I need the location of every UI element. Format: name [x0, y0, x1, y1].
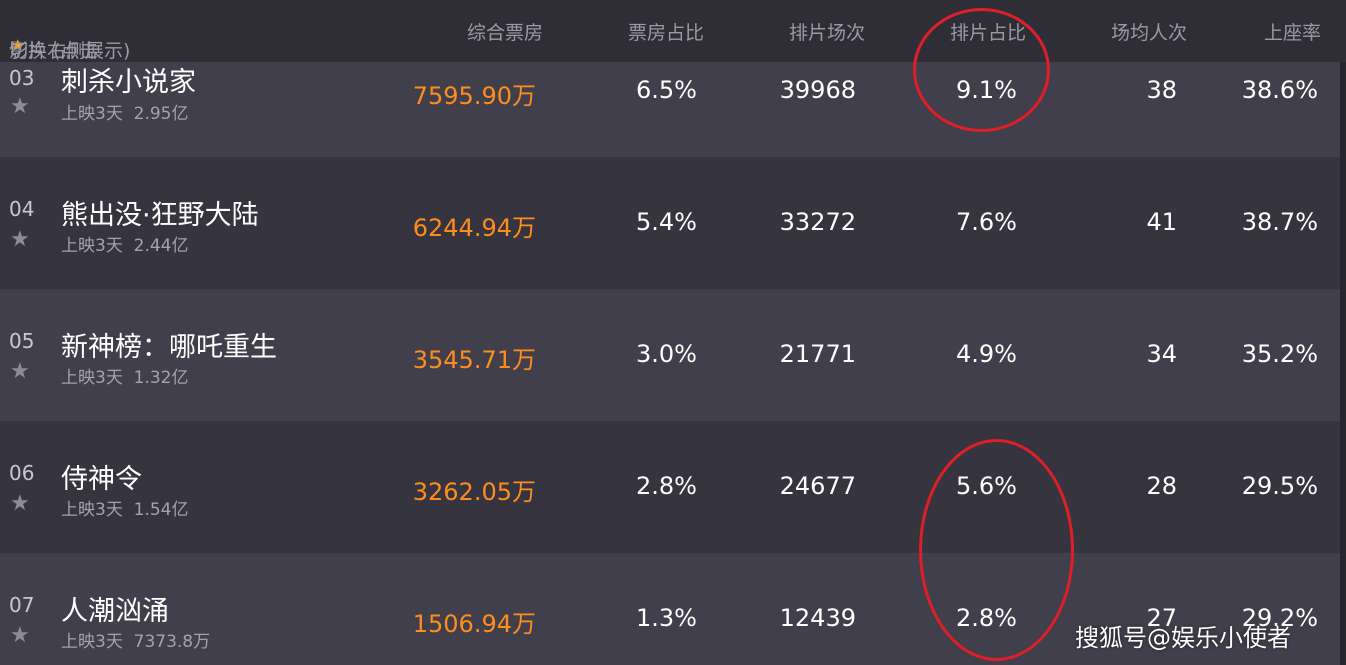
box-share-value: 3.0%	[636, 340, 697, 368]
total-gross: 7373.8万	[133, 632, 211, 652]
star-icon[interactable]: ★	[10, 491, 30, 516]
occupancy-value: 35.2%	[1241, 340, 1318, 368]
table-row[interactable]: 04 ★ 熊出没·狂野大陆 上映3天 2.44亿 6244.94万 5.4% 3…	[0, 157, 1340, 289]
table-row[interactable]: 06 ★ 侍神令 上映3天 1.54亿 3262.05万 2.8% 24677 …	[0, 421, 1340, 553]
screenings-value: 21771	[779, 340, 856, 368]
screening-share-value: 4.9%	[956, 340, 1017, 368]
box-office-value: 6244.94万	[412, 214, 536, 242]
film-title[interactable]: 新神榜：哪吒重生	[61, 325, 277, 364]
table-row[interactable]: 03 ★ 刺杀小说家 上映3天 2.95亿 7595.90万 6.5% 3996…	[0, 62, 1340, 157]
header-film-toggle-label: 切换右侧展示)	[9, 40, 131, 62]
header-box-office[interactable]: 综合票房	[467, 18, 543, 45]
total-gross: 1.54亿	[133, 500, 189, 520]
release-days: 上映3天	[61, 368, 123, 388]
total-gross: 2.95亿	[133, 104, 189, 124]
release-info: 上映3天 7373.8万	[61, 627, 210, 652]
release-days: 上映3天	[61, 236, 123, 256]
film-title[interactable]: 刺杀小说家	[61, 60, 196, 99]
header-screenings[interactable]: 排片场次	[789, 18, 865, 45]
rank-number: 03	[9, 66, 35, 90]
screenings-value: 33272	[779, 208, 856, 236]
box-share-value: 6.5%	[636, 76, 697, 104]
header-avg-attendance[interactable]: 场均人次	[1111, 18, 1187, 45]
film-title[interactable]: 熊出没·狂野大陆	[61, 193, 259, 232]
occupancy-value: 38.7%	[1241, 208, 1318, 236]
occupancy-value: 38.6%	[1241, 76, 1318, 104]
star-icon[interactable]: ★	[10, 359, 30, 384]
release-info: 上映3天 2.44亿	[61, 231, 189, 256]
header-box-share[interactable]: 票房占比	[628, 18, 704, 45]
rank-number: 04	[9, 197, 35, 221]
release-info: 上映3天 1.54亿	[61, 495, 189, 520]
watermark: 搜狐号@娱乐小使者	[1075, 624, 1291, 652]
screening-share-value: 7.6%	[956, 208, 1017, 236]
avg-attendance-value: 41	[1146, 208, 1177, 236]
avg-attendance-value: 38	[1146, 76, 1177, 104]
star-icon[interactable]: ★	[10, 227, 30, 252]
highlight-circle	[913, 8, 1050, 132]
avg-attendance-value: 28	[1146, 472, 1177, 500]
total-gross: 1.32亿	[133, 368, 189, 388]
box-share-value: 2.8%	[636, 472, 697, 500]
release-days: 上映3天	[61, 104, 123, 124]
rank-number: 07	[9, 593, 35, 617]
screenings-value: 12439	[779, 604, 856, 632]
release-info: 上映3天 1.32亿	[61, 363, 189, 388]
box-office-value: 7595.90万	[412, 82, 536, 110]
box-office-value: 3262.05万	[412, 478, 536, 506]
release-days: 上映3天	[61, 500, 123, 520]
release-days: 上映3天	[61, 632, 123, 652]
avg-attendance-value: 34	[1146, 340, 1177, 368]
table-header: 影片 (点击 ★ 切换右侧展示) 综合票房 票房占比 排片场次 排片占比 场均人次 …	[0, 0, 1346, 62]
box-share-value: 1.3%	[636, 604, 697, 632]
table-row[interactable]: 05 ★ 新神榜：哪吒重生 上映3天 1.32亿 3545.71万 3.0% 2…	[0, 289, 1340, 421]
release-info: 上映3天 2.95亿	[61, 99, 189, 124]
rank-number: 05	[9, 329, 35, 353]
screenings-value: 39968	[779, 76, 856, 104]
highlight-circle	[919, 439, 1074, 661]
rank-number: 06	[9, 461, 35, 485]
scrollbar[interactable]	[1340, 62, 1346, 665]
header-occupancy[interactable]: 上座率	[1264, 18, 1321, 45]
screenings-value: 24677	[779, 472, 856, 500]
box-share-value: 5.4%	[636, 208, 697, 236]
total-gross: 2.44亿	[133, 236, 189, 256]
star-icon[interactable]: ★	[10, 623, 30, 648]
film-title[interactable]: 侍神令	[61, 457, 142, 496]
occupancy-value: 29.5%	[1241, 472, 1318, 500]
box-office-value: 3545.71万	[412, 346, 536, 374]
film-title[interactable]: 人潮汹涌	[61, 589, 169, 628]
star-icon[interactable]: ★	[10, 94, 30, 119]
box-office-value: 1506.94万	[412, 610, 536, 638]
